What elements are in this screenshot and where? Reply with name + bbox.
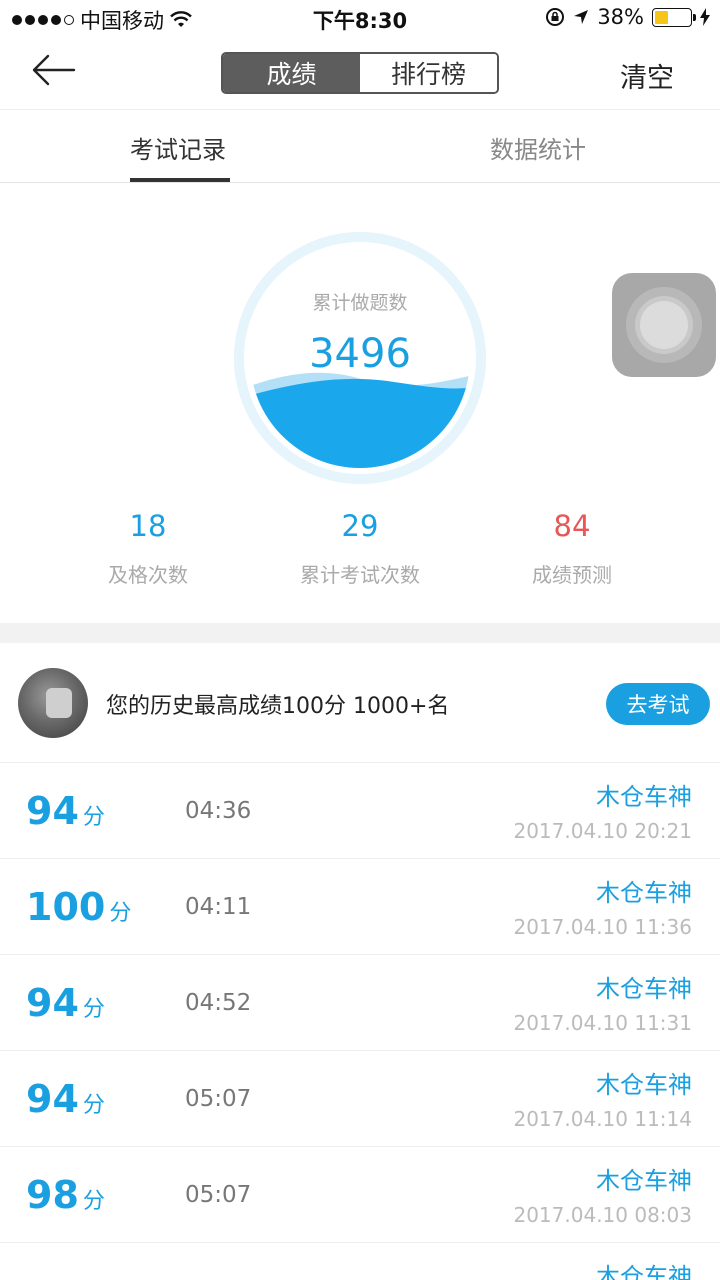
battery-percent: 38% — [597, 5, 644, 29]
tab-data-statistics[interactable]: 数据统计 — [490, 130, 586, 165]
tab-exam-records[interactable]: 考试记录 — [130, 130, 226, 165]
location-icon — [574, 10, 589, 24]
charging-icon — [700, 8, 710, 26]
stat-label: 及格次数 — [108, 563, 188, 587]
exam-record-item[interactable]: 100 分 04:11 木仓车神 2017.04.10 11:36 — [0, 859, 720, 955]
exam-record-list: 94 分 04:36 木仓车神 2017.04.10 20:21 100 分 04:… — [0, 763, 720, 1280]
record-user-name: 木仓车神 — [596, 1167, 692, 1195]
active-tab-indicator — [130, 178, 230, 182]
best-score-text: 您的历史最高成绩100分 1000+名 — [106, 694, 450, 719]
rotation-lock-icon — [546, 8, 565, 26]
segment-ranking[interactable]: 排行榜 — [360, 54, 497, 92]
section-divider — [0, 623, 720, 643]
record-score: 94 分 — [26, 789, 105, 833]
record-duration: 04:36 — [185, 798, 252, 824]
exam-record-item[interactable]: 94 分 04:52 木仓车神 2017.04.10 11:31 — [0, 955, 720, 1051]
total-questions-label: 累计做题数 — [312, 292, 408, 314]
segmented-control: 成绩 排行榜 — [221, 52, 499, 94]
record-datetime: 2017.04.10 20:21 — [513, 819, 692, 843]
stat-pass-count: 18 及格次数 — [28, 509, 268, 588]
record-score: 100 分 — [26, 885, 132, 929]
back-arrow-icon — [32, 54, 76, 86]
stat-value: 29 — [341, 509, 379, 543]
assistive-touch-button[interactable] — [612, 273, 716, 377]
record-datetime: 2017.04.10 08:03 — [513, 1203, 692, 1227]
record-user-name: 木仓车神 — [596, 783, 692, 811]
stat-value: 18 — [129, 509, 167, 543]
avatar[interactable] — [18, 668, 88, 738]
record-user-name: 木仓车神 — [596, 879, 692, 907]
stats-panel: 累计做题数 3496 18 及格次数 29 累计考试次数 84 成绩预测 — [0, 183, 720, 623]
status-bar: 中国移动 下午8:30 38% — [0, 0, 720, 36]
record-user-name: 木仓车神 — [596, 1263, 692, 1280]
record-duration: 04:11 — [185, 894, 252, 920]
stat-value: 84 — [553, 509, 591, 543]
record-datetime: 2017.04.10 11:14 — [513, 1107, 692, 1131]
segment-score[interactable]: 成绩 — [223, 54, 360, 92]
record-score: 98 分 — [26, 1173, 105, 1217]
clear-button[interactable]: 清空 — [620, 56, 674, 95]
total-questions-value: 3496 — [309, 331, 411, 377]
record-duration: 05:07 — [185, 1182, 252, 1208]
record-duration: 05:07 — [185, 1086, 252, 1112]
exam-record-item[interactable]: 木仓车神 — [0, 1243, 720, 1280]
record-duration: 04:52 — [185, 990, 252, 1016]
stat-exam-count: 29 累计考试次数 — [240, 509, 480, 588]
stat-label: 成绩预测 — [532, 563, 612, 587]
record-user-name: 木仓车神 — [596, 1071, 692, 1099]
exam-record-item[interactable]: 94 分 05:07 木仓车神 2017.04.10 11:14 — [0, 1051, 720, 1147]
battery-icon — [652, 7, 696, 27]
stat-label: 累计考试次数 — [300, 563, 420, 587]
record-score: 94 分 — [26, 1077, 105, 1121]
record-score: 94 分 — [26, 981, 105, 1025]
status-right: 38% — [545, 5, 710, 29]
exam-record-item[interactable]: 94 分 04:36 木仓车神 2017.04.10 20:21 — [0, 763, 720, 859]
tab-bar: 考试记录 数据统计 — [0, 110, 720, 183]
record-datetime: 2017.04.10 11:36 — [513, 915, 692, 939]
back-button[interactable] — [30, 50, 76, 90]
stat-score-prediction: 84 成绩预测 — [452, 509, 692, 588]
nav-bar: 成绩 排行榜 清空 — [0, 36, 720, 110]
record-datetime: 2017.04.10 11:31 — [513, 1011, 692, 1035]
take-exam-button[interactable]: 去考试 — [606, 683, 710, 725]
exam-record-item[interactable]: 98 分 05:07 木仓车神 2017.04.10 08:03 — [0, 1147, 720, 1243]
best-score-row: 您的历史最高成绩100分 1000+名 去考试 — [0, 643, 720, 763]
record-user-name: 木仓车神 — [596, 975, 692, 1003]
